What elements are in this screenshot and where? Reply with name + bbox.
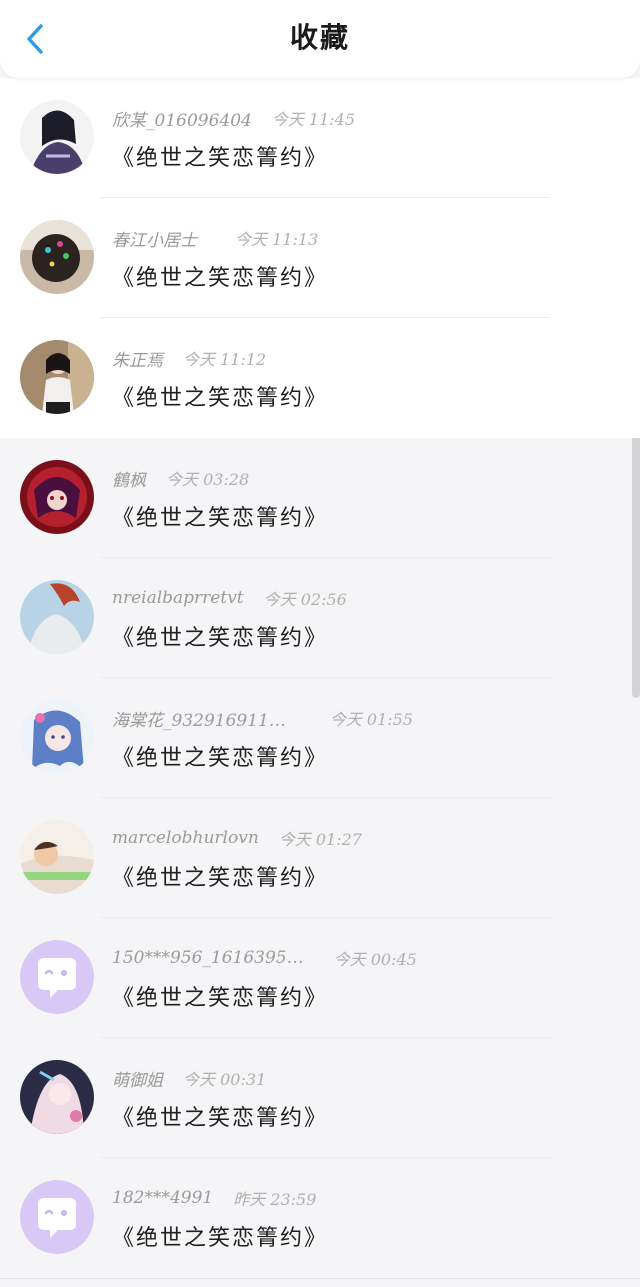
favorites-list: 欣某_016096404 今天 11:45 《绝世之笑恋箐约》 春江小居士 今天 1… xyxy=(0,78,640,1278)
user-name[interactable]: 150***956_1616395… xyxy=(112,948,304,968)
user-name[interactable]: 萌御姐 xyxy=(112,1066,163,1091)
avatar[interactable] xyxy=(20,820,94,894)
timestamp: 今天 02:56 xyxy=(263,590,347,609)
user-name[interactable]: marcelobhurlovn xyxy=(112,828,259,848)
avatar[interactable] xyxy=(20,100,94,174)
timestamp: 今天 03:28 xyxy=(166,470,250,489)
avatar[interactable] xyxy=(20,460,94,534)
timestamp: 今天 11:45 xyxy=(271,110,356,129)
back-arrow-icon xyxy=(27,24,43,54)
timestamp: 今天 01:27 xyxy=(278,830,362,849)
timestamp: 今天 11:13 xyxy=(235,230,319,249)
timestamp: 今天 00:31 xyxy=(183,1070,267,1089)
favorite-title[interactable]: 《绝世之笑恋箐约》 xyxy=(112,500,328,532)
favorite-title[interactable]: 《绝世之笑恋箐约》 xyxy=(112,980,328,1012)
avatar[interactable] xyxy=(20,580,94,654)
favorite-title[interactable]: 《绝世之笑恋箐约》 xyxy=(112,620,328,652)
favorite-title[interactable]: 《绝世之笑恋箐约》 xyxy=(112,1220,328,1252)
timestamp: 今天 11:12 xyxy=(183,350,267,369)
favorite-item[interactable]: 朱正焉 今天 11:12 《绝世之笑恋箐约》 xyxy=(0,318,640,438)
timestamp: 今天 00:45 xyxy=(333,950,417,969)
favorite-title[interactable]: 《绝世之笑恋箐约》 xyxy=(112,860,328,892)
favorite-title[interactable]: 《绝世之笑恋箐约》 xyxy=(112,1100,328,1132)
user-name[interactable]: 朱正焉 xyxy=(112,346,163,371)
favorite-item[interactable]: 海棠花_932916911… 今天 01:55 《绝世之笑恋箐约》 xyxy=(0,678,640,798)
favorite-title[interactable]: 《绝世之笑恋箐约》 xyxy=(112,380,328,412)
avatar[interactable] xyxy=(20,1180,94,1254)
favorite-item[interactable]: nreialbaprretvt 今天 02:56 《绝世之笑恋箐约》 xyxy=(0,558,640,678)
avatar[interactable] xyxy=(20,940,94,1014)
page-title: 收藏 xyxy=(289,21,350,54)
user-name[interactable]: 鶴枫 xyxy=(112,466,146,491)
back-button[interactable] xyxy=(18,22,52,56)
avatar[interactable] xyxy=(20,340,94,414)
favorite-item[interactable]: 春江小居士 今天 11:13 《绝世之笑恋箐约》 xyxy=(0,198,640,318)
avatar[interactable] xyxy=(20,1060,94,1134)
bottom-divider xyxy=(0,1278,640,1279)
timestamp: 今天 01:55 xyxy=(329,710,414,729)
favorite-item[interactable]: 鶴枫 今天 03:28 《绝世之笑恋箐约》 xyxy=(0,438,640,558)
chat-bubble-icon xyxy=(20,940,94,1014)
favorite-item[interactable]: 182***4991 昨天 23:59 《绝世之笑恋箐约》 xyxy=(0,1158,640,1278)
favorite-title[interactable]: 《绝世之笑恋箐约》 xyxy=(112,260,328,292)
favorite-item[interactable]: 欣某_016096404 今天 11:45 《绝世之笑恋箐约》 xyxy=(0,78,640,198)
favorite-item[interactable]: marcelobhurlovn 今天 01:27 《绝世之笑恋箐约》 xyxy=(0,798,640,918)
user-name[interactable]: 海棠花_932916911… xyxy=(112,706,286,731)
user-name[interactable]: 春江小居士 xyxy=(112,226,197,251)
timestamp: 昨天 23:59 xyxy=(233,1190,317,1209)
avatar[interactable] xyxy=(20,700,94,774)
favorite-item[interactable]: 萌御姐 今天 00:31 《绝世之笑恋箐约》 xyxy=(0,1038,640,1158)
favorite-item[interactable]: 150***956_1616395… 今天 00:45 《绝世之笑恋箐约》 xyxy=(0,918,640,1038)
avatar[interactable] xyxy=(20,220,94,294)
favorite-title[interactable]: 《绝世之笑恋箐约》 xyxy=(112,140,328,172)
user-name[interactable]: 欣某_016096404 xyxy=(112,106,252,131)
favorite-title[interactable]: 《绝世之笑恋箐约》 xyxy=(112,740,328,772)
top-bar: 收藏 xyxy=(0,0,640,78)
user-name[interactable]: nreialbaprretvt xyxy=(112,588,244,608)
chat-bubble-icon xyxy=(20,1180,94,1254)
user-name[interactable]: 182***4991 xyxy=(112,1188,213,1208)
